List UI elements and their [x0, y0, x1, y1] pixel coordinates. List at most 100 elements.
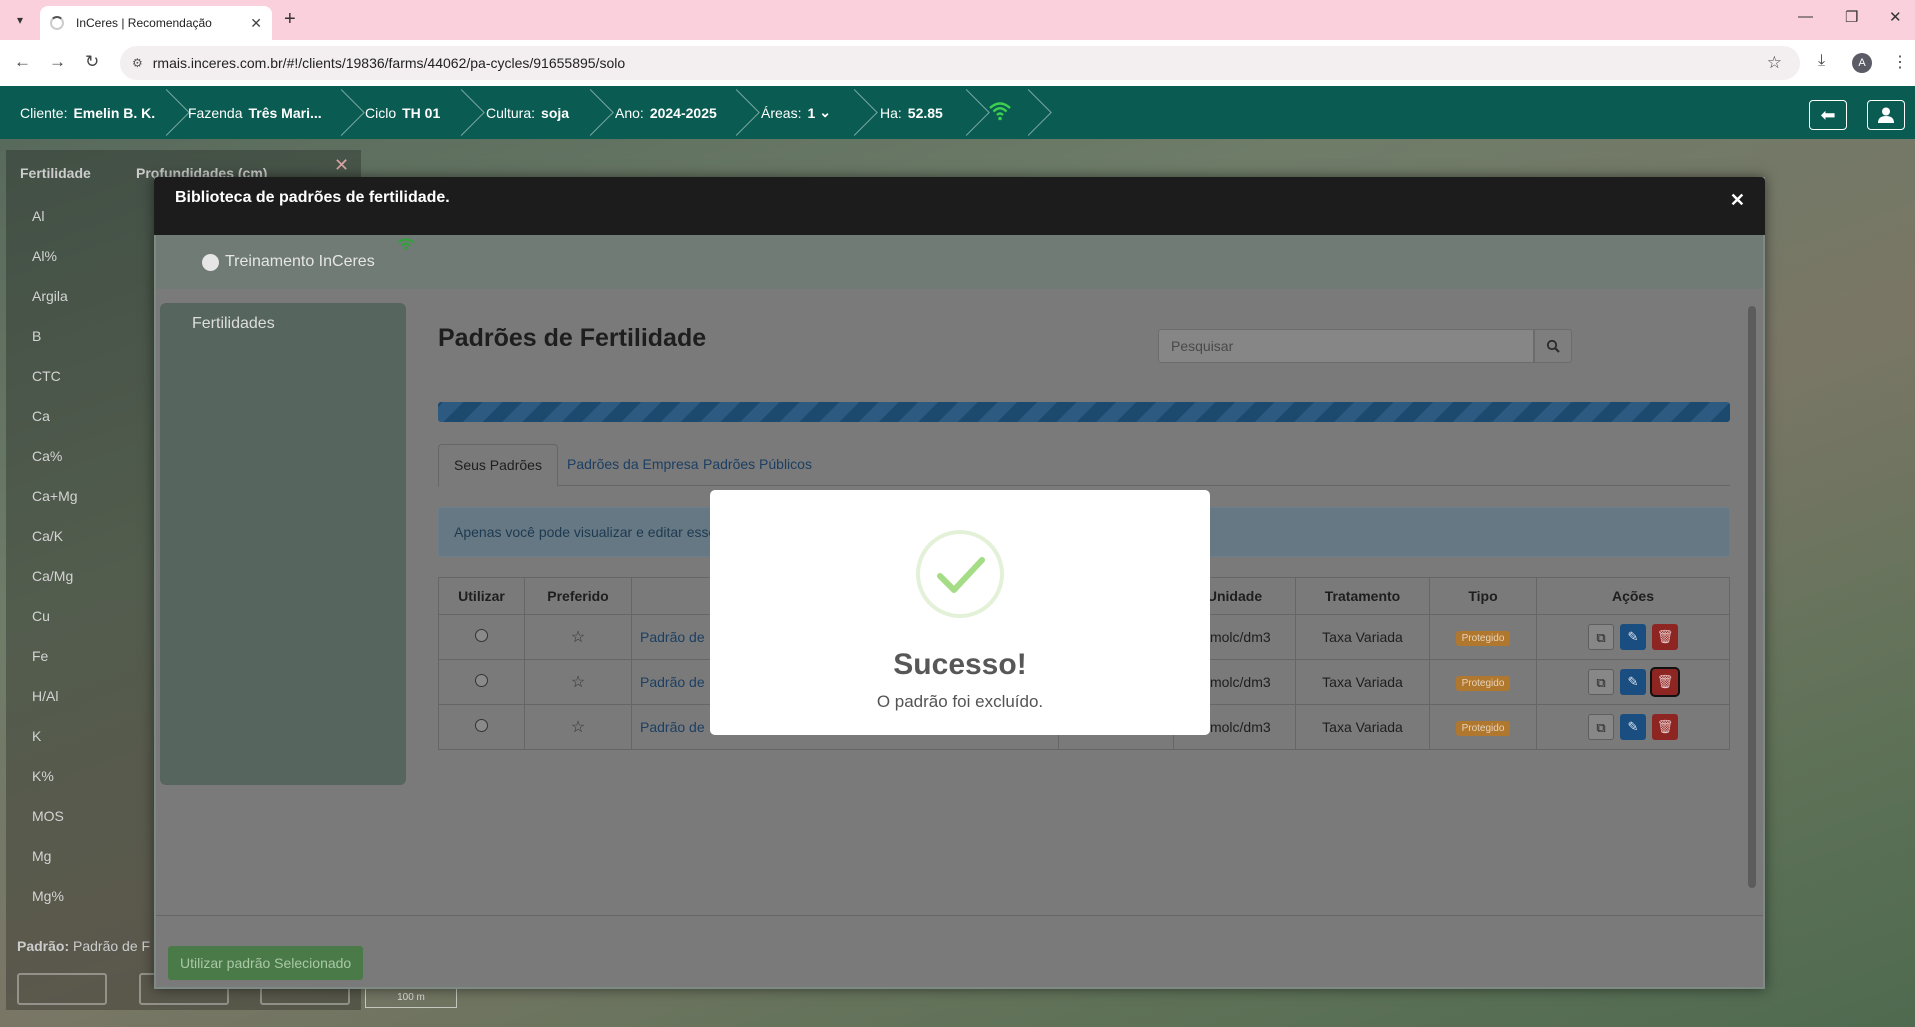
- copy-button[interactable]: ⧉: [1588, 714, 1614, 740]
- delete-button[interactable]: 🗑: [1652, 714, 1678, 740]
- new-tab-icon[interactable]: +: [284, 8, 296, 31]
- address-bar[interactable]: ⚙ rmais.inceres.com.br/#!/clients/19836/…: [120, 46, 1800, 80]
- col-tratamento: Tratamento: [1295, 577, 1430, 615]
- cliente-label: Cliente:: [20, 104, 68, 121]
- success-message: O padrão foi excluído.: [876, 692, 1044, 711]
- checkmark-icon: [937, 557, 985, 593]
- page-title: Padrões de Fertilidade: [438, 324, 707, 352]
- tab-padroes-publicos[interactable]: Padrões Públicos: [688, 444, 827, 486]
- favorite-star-icon[interactable]: ☆: [571, 719, 585, 736]
- ciclo-label: Ciclo: [365, 104, 397, 121]
- library-close-icon[interactable]: ✕: [1730, 190, 1745, 211]
- side-panel-close-icon[interactable]: ✕: [334, 155, 349, 176]
- tab-search-icon[interactable]: ▾: [6, 9, 34, 31]
- col-tipo: Tipo: [1429, 577, 1537, 615]
- browser-tab[interactable]: InCeres | Recomendação ✕: [40, 6, 272, 40]
- sidebar-item-fertilidades[interactable]: Fertilidades: [192, 315, 275, 333]
- ha-label: Ha:: [880, 104, 902, 121]
- side-panel-row-label: Ca%: [32, 448, 63, 464]
- crumb-separator: [567, 89, 614, 136]
- reload-icon[interactable]: ↻: [85, 52, 99, 72]
- crumb-fazenda[interactable]: Fazenda Três Mari...: [188, 86, 322, 139]
- crumb-cliente[interactable]: Cliente: Emelin B. K.: [20, 86, 155, 139]
- side-panel-row-label: Argila: [32, 288, 68, 304]
- side-panel-row-label: Fe: [32, 648, 49, 664]
- favorite-star-icon[interactable]: ☆: [571, 629, 585, 646]
- browser-menu-icon[interactable]: ⋮: [1892, 52, 1908, 72]
- padroes-tabs: Seus Padrões Padrões da Empresa Padrões …: [438, 444, 1730, 487]
- side-panel-row-label: Mg: [32, 848, 52, 864]
- tab-seus-padroes[interactable]: Seus Padrões: [438, 444, 558, 487]
- wifi-icon: [397, 238, 415, 250]
- use-selected-pattern-button[interactable]: Utilizar padrão Selecionado: [168, 946, 364, 980]
- side-panel-row-label: MOS: [32, 808, 64, 824]
- arrow-left-icon: ⬅: [1820, 104, 1836, 125]
- browser-toolbar: ← → ↻ ⚙ rmais.inceres.com.br/#!/clients/…: [0, 40, 1915, 86]
- fazenda-value: Três Mari...: [248, 104, 322, 121]
- copy-button[interactable]: ⧉: [1588, 624, 1614, 650]
- copy-icon: ⧉: [1596, 720, 1606, 735]
- delete-button[interactable]: 🗑: [1652, 669, 1678, 695]
- tab-fertilidade[interactable]: Fertilidade: [20, 165, 91, 181]
- trash-icon: 🗑: [1656, 674, 1674, 689]
- tipo-cell: Protegido: [1429, 704, 1537, 750]
- padrao-label: Padrão:: [17, 938, 70, 954]
- edit-button[interactable]: ✎: [1620, 714, 1646, 740]
- success-check-circle: [916, 530, 1004, 618]
- window-close-icon[interactable]: ✕: [1889, 8, 1902, 26]
- select-radio[interactable]: [475, 629, 488, 642]
- profile-avatar[interactable]: A: [1852, 53, 1872, 73]
- select-radio[interactable]: [475, 719, 488, 732]
- tipo-cell: Protegido: [1429, 614, 1537, 660]
- edit-button[interactable]: ✎: [1620, 624, 1646, 650]
- crumb-ha: Ha: 52.85: [880, 86, 943, 139]
- crumb-ano[interactable]: Ano: 2024-2025: [615, 86, 717, 139]
- crumb-separator: [438, 89, 485, 136]
- user-line: Treinamento InCeres: [202, 253, 375, 271]
- acoes-cell: ⧉ ✎ 🗑: [1536, 659, 1730, 705]
- side-panel-row-label: Ca/K: [32, 528, 64, 544]
- search-button[interactable]: [1534, 329, 1572, 363]
- crumb-ciclo[interactable]: Ciclo TH 01: [365, 86, 440, 139]
- scrollbar-thumb[interactable]: [1748, 306, 1756, 888]
- utilizar-cell: [438, 704, 525, 750]
- tab-close-icon[interactable]: ✕: [250, 15, 262, 32]
- restore-icon[interactable]: ❐: [1845, 8, 1858, 26]
- side-panel-row-label: Al%: [32, 248, 57, 264]
- col-utilizar: Utilizar: [438, 577, 525, 615]
- utilizar-cell: [438, 614, 525, 660]
- edit-button[interactable]: ✎: [1620, 669, 1646, 695]
- forward-icon[interactable]: →: [49, 52, 66, 72]
- tipo-cell: Protegido: [1429, 659, 1537, 705]
- cultura-label: Cultura:: [486, 104, 536, 121]
- library-scrollbar[interactable]: [1746, 296, 1758, 916]
- download-icon[interactable]: ⤓: [1818, 52, 1825, 70]
- back-arrow-button[interactable]: ⬅: [1809, 100, 1847, 130]
- search-input[interactable]: Pesquisar: [1158, 329, 1534, 363]
- delete-button[interactable]: 🗑: [1652, 624, 1678, 650]
- ano-value: 2024-2025: [649, 104, 717, 121]
- library-user-bar: Treinamento InCeres: [156, 235, 1763, 289]
- library-sidebar: Fertilidades: [160, 303, 406, 785]
- favorite-star-icon[interactable]: ☆: [571, 674, 585, 691]
- user-menu-button[interactable]: [1867, 100, 1905, 130]
- crumb-cultura[interactable]: Cultura: soja: [486, 86, 569, 139]
- library-button[interactable]: [17, 973, 107, 1005]
- acoes-cell: ⧉ ✎ 🗑: [1536, 614, 1730, 660]
- site-info-icon[interactable]: ⚙: [132, 56, 143, 70]
- ha-value: 52.85: [907, 104, 943, 121]
- side-panel-row-label: K: [32, 728, 42, 744]
- minimize-icon[interactable]: —: [1798, 8, 1813, 25]
- bookmark-star-icon[interactable]: ☆: [1767, 53, 1782, 73]
- status-badge: Protegido: [1455, 676, 1511, 691]
- side-panel-row-label: B: [32, 328, 42, 344]
- select-radio[interactable]: [475, 674, 488, 687]
- crumb-separator: [831, 89, 878, 136]
- edit-icon: ✎: [1627, 629, 1639, 644]
- back-icon[interactable]: ←: [14, 52, 31, 72]
- library-modal-header: Biblioteca de padrões de fertilidade. ✕: [154, 177, 1765, 235]
- crumb-areas[interactable]: Áreas: 1 ⌄: [761, 86, 831, 139]
- crumb-separator: [713, 89, 760, 136]
- side-panel-row-label: K%: [32, 768, 54, 784]
- copy-button[interactable]: ⧉: [1588, 669, 1614, 695]
